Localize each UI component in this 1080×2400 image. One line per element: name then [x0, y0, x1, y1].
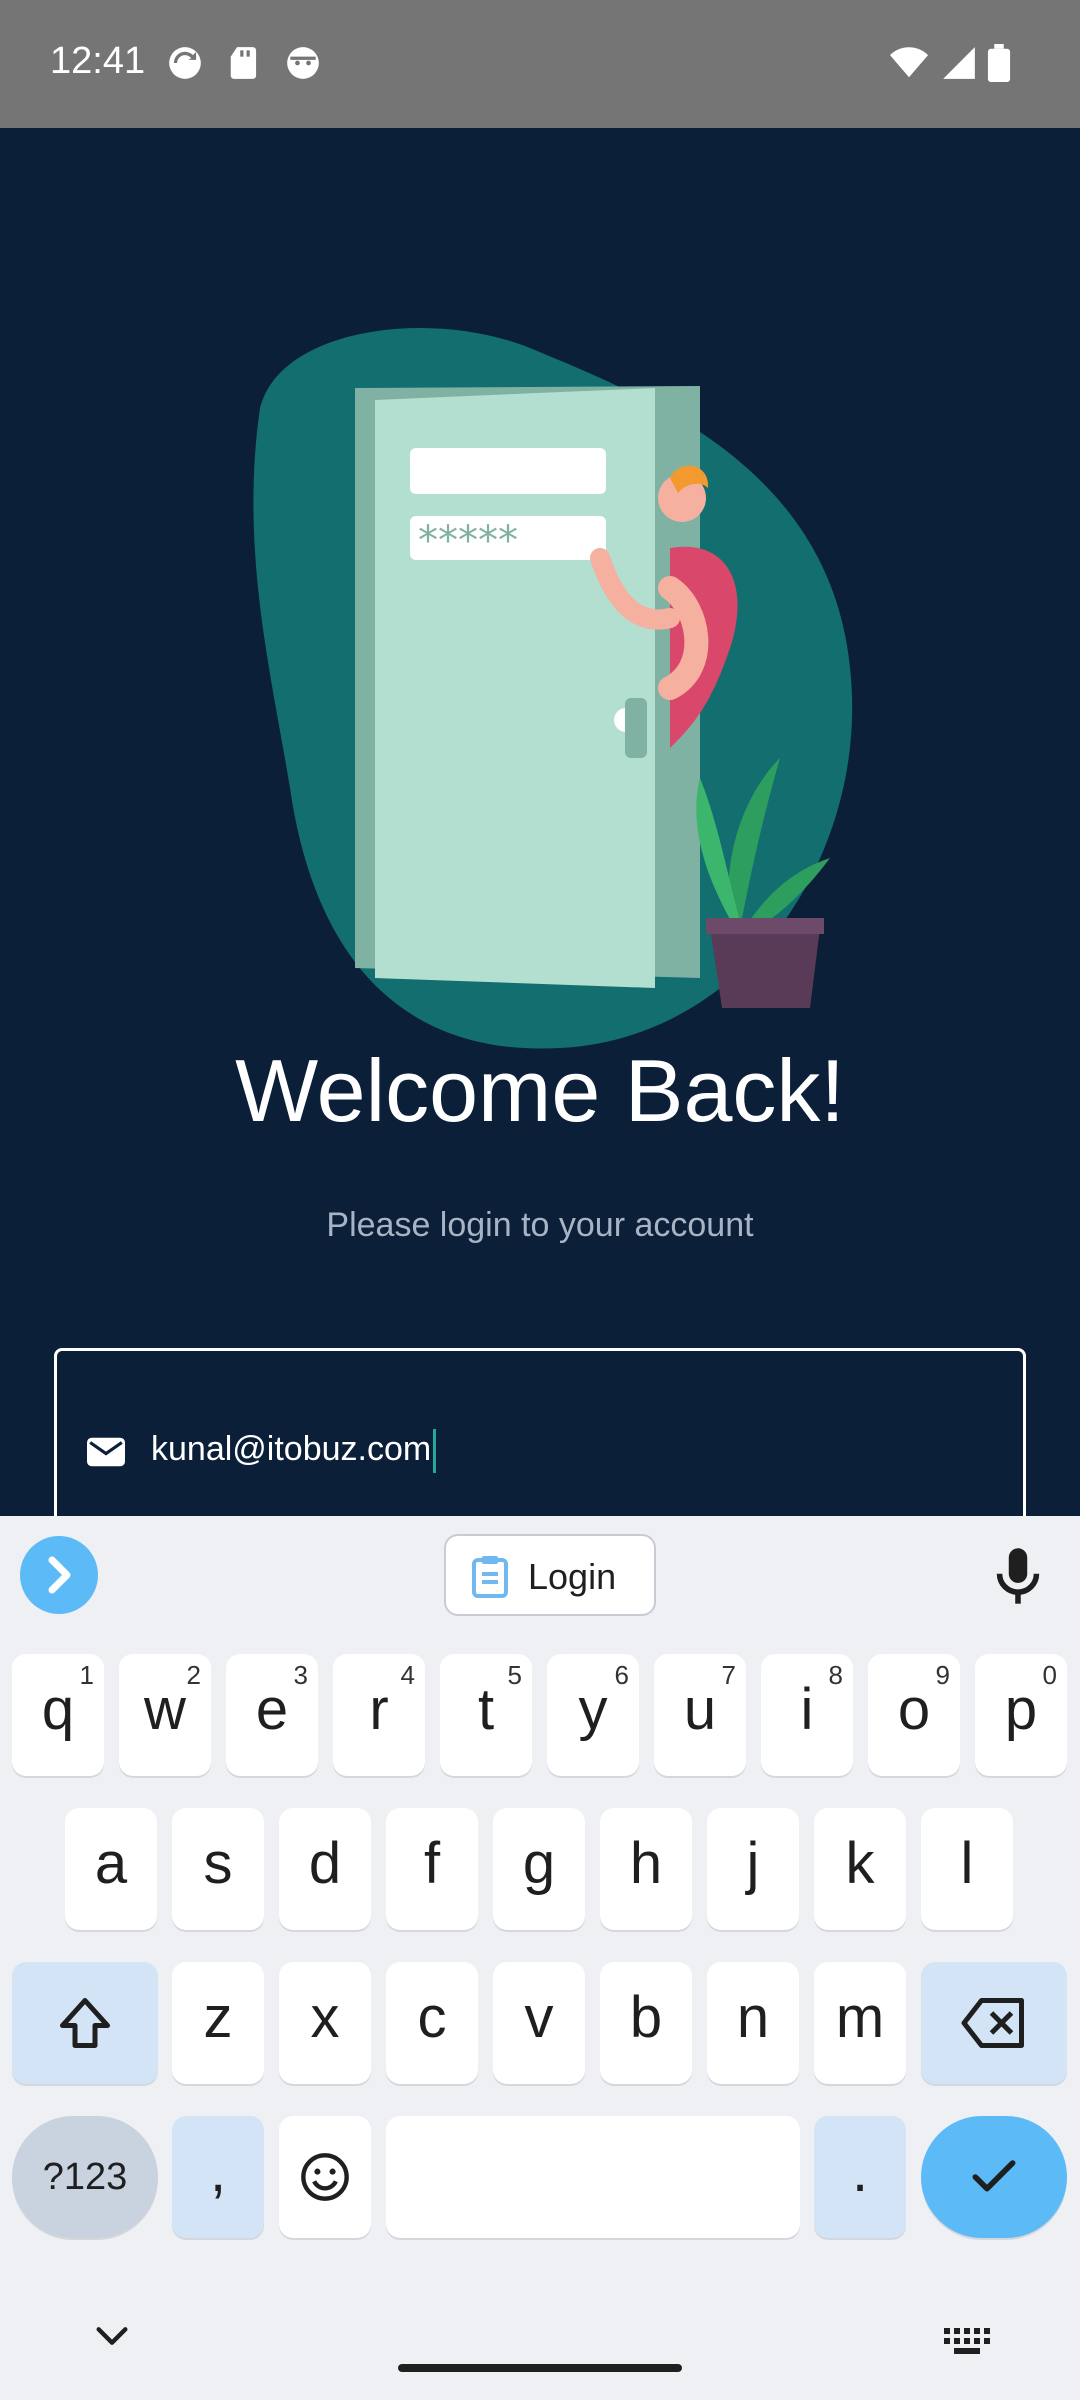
text-cursor — [433, 1429, 437, 1473]
symbols-key[interactable]: ?123 — [12, 2116, 158, 2238]
key-q[interactable]: 1q — [12, 1654, 104, 1776]
emoji-key[interactable] — [279, 2116, 371, 2238]
door-illustration: ***** — [253, 328, 853, 1049]
login-screen: ***** Welcome Back! Please login to your… — [0, 128, 1080, 1548]
key-s[interactable]: s — [172, 1808, 264, 1930]
key-j[interactable]: j — [707, 1808, 799, 1930]
microphone-icon[interactable] — [990, 1546, 1046, 1606]
key-c[interactable]: c — [386, 1962, 478, 2084]
emoji-icon — [301, 2153, 349, 2201]
status-bar: 12:41 — [0, 0, 1080, 128]
keyboard-switch-icon[interactable] — [944, 2328, 990, 2354]
android-face-icon — [287, 47, 319, 79]
clipboard-icon — [472, 1556, 508, 1598]
key-h[interactable]: h — [600, 1808, 692, 1930]
expand-toolbar-button[interactable] — [20, 1536, 98, 1614]
key-t[interactable]: 5t — [440, 1654, 532, 1776]
comma-key[interactable]: , — [172, 2116, 264, 2238]
key-b[interactable]: b — [600, 1962, 692, 2084]
email-value: kunal@itobuz.com — [151, 1429, 432, 1468]
battery-icon — [987, 44, 1011, 82]
shift-key[interactable] — [12, 1962, 158, 2084]
signal-icon — [943, 47, 975, 79]
login-suggestion-chip[interactable]: Login — [444, 1534, 656, 1616]
navigation-bar — [0, 2300, 1080, 2400]
key-x[interactable]: x — [279, 1962, 371, 2084]
key-d[interactable]: d — [279, 1808, 371, 1930]
space-key[interactable] — [386, 2116, 800, 2238]
checkmark-icon — [972, 2160, 1016, 2192]
key-n[interactable]: n — [707, 1962, 799, 2084]
sync-icon — [169, 47, 201, 79]
key-e[interactable]: 3e — [226, 1654, 318, 1776]
key-v[interactable]: v — [493, 1962, 585, 2084]
sd-card-icon — [230, 47, 257, 79]
key-p[interactable]: 0p — [975, 1654, 1067, 1776]
keyboard: Login 1q 2w 3e 4r 5t 6y 7u 8i 9o 0p a s … — [0, 1516, 1080, 2400]
key-l[interactable]: l — [921, 1808, 1013, 1930]
key-w[interactable]: 2w — [119, 1654, 211, 1776]
wifi-icon — [890, 47, 928, 78]
backspace-key[interactable] — [921, 1962, 1067, 2084]
mail-icon — [87, 1437, 125, 1467]
hide-keyboard-chevron-icon[interactable] — [92, 2322, 132, 2350]
period-key[interactable]: . — [814, 2116, 906, 2238]
key-z[interactable]: z — [172, 1962, 264, 2084]
key-m[interactable]: m — [814, 1962, 906, 2084]
key-a[interactable]: a — [65, 1808, 157, 1930]
key-y[interactable]: 6y — [547, 1654, 639, 1776]
backspace-icon — [961, 1998, 1024, 2048]
home-gesture-handle[interactable] — [398, 2364, 682, 2372]
status-time: 12:41 — [50, 40, 146, 82]
illustration-password: ***** — [418, 518, 518, 564]
key-r[interactable]: 4r — [333, 1654, 425, 1776]
shift-icon — [60, 1998, 110, 2048]
done-key[interactable] — [921, 2116, 1067, 2238]
key-g[interactable]: g — [493, 1808, 585, 1930]
chevron-right-icon — [48, 1556, 71, 1594]
login-subtitle: Please login to your account — [326, 1206, 754, 1244]
login-suggestion-label: Login — [528, 1556, 617, 1597]
welcome-title: Welcome Back! — [235, 1041, 845, 1140]
key-u[interactable]: 7u — [654, 1654, 746, 1776]
key-i[interactable]: 8i — [761, 1654, 853, 1776]
key-k[interactable]: k — [814, 1808, 906, 1930]
key-o[interactable]: 9o — [868, 1654, 960, 1776]
key-f[interactable]: f — [386, 1808, 478, 1930]
email-input[interactable]: kunal@itobuz.com — [151, 1429, 437, 1473]
